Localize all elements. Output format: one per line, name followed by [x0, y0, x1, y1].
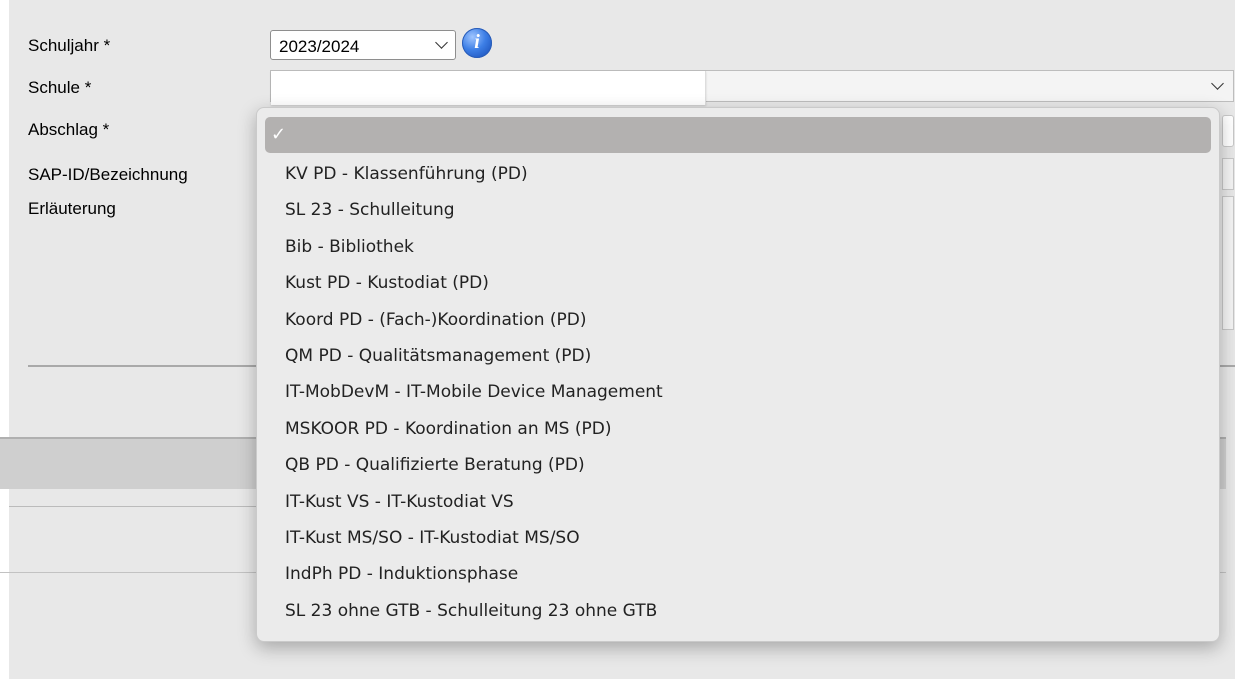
abschlag-label: Abschlag * — [28, 120, 110, 139]
dropdown-option[interactable]: SL 23 ohne GTB - Schulleitung 23 ohne GT… — [285, 596, 663, 632]
schuljahr-select[interactable]: 2023/2024 — [270, 30, 456, 60]
abschlag-dropdown-menu: ✓ KV PD - Klassenführung (PD) SL 23 - Sc… — [256, 107, 1220, 642]
dropdown-option[interactable]: Koord PD - (Fach-)Koordination (PD) — [285, 305, 663, 341]
dropdown-option[interactable]: IT-MobDevM - IT-Mobile Device Management — [285, 377, 663, 413]
divider — [1220, 365, 1235, 367]
sap-id-label: SAP-ID/Bezeichnung — [28, 165, 188, 184]
sap-id-input[interactable] — [1222, 158, 1234, 190]
divider — [28, 365, 256, 367]
dropdown-option-empty-selected[interactable]: ✓ — [265, 117, 1211, 153]
dropdown-option[interactable]: IndPh PD - Induktionsphase — [285, 559, 663, 595]
dropdown-option[interactable]: Kust PD - Kustodiat (PD) — [285, 268, 663, 304]
dropdown-option[interactable]: QM PD - Qualitätsmanagement (PD) — [285, 341, 663, 377]
dropdown-options-list: KV PD - Klassenführung (PD) SL 23 - Schu… — [285, 159, 663, 632]
divider — [9, 506, 259, 507]
checkmark-icon: ✓ — [271, 124, 287, 145]
dropdown-option[interactable]: QB PD - Qualifizierte Beratung (PD) — [285, 450, 663, 486]
dropdown-option[interactable]: IT-Kust MS/SO - IT-Kustodiat MS/SO — [285, 523, 663, 559]
dropdown-option[interactable]: IT-Kust VS - IT-Kustodiat VS — [285, 487, 663, 523]
schuljahr-value: 2023/2024 — [279, 37, 360, 56]
dropdown-option[interactable]: Bib - Bibliothek — [285, 232, 663, 268]
schule-input[interactable] — [271, 71, 706, 105]
dropdown-option[interactable]: MSKOOR PD - Koordination an MS (PD) — [285, 414, 663, 450]
dropdown-option[interactable]: SL 23 - Schulleitung — [285, 195, 663, 231]
erlaeuterung-textarea[interactable] — [1222, 196, 1234, 330]
chevron-down-icon — [435, 36, 448, 49]
erlaeuterung-label: Erläuterung — [28, 199, 116, 218]
abschlag-select[interactable] — [1222, 115, 1234, 147]
chevron-down-icon — [1211, 77, 1224, 90]
schule-label: Schule * — [28, 78, 92, 97]
schuljahr-label: Schuljahr * — [28, 36, 111, 55]
info-icon[interactable]: i — [462, 28, 492, 58]
schule-select[interactable] — [270, 70, 1234, 105]
dropdown-option[interactable]: KV PD - Klassenführung (PD) — [285, 159, 663, 195]
